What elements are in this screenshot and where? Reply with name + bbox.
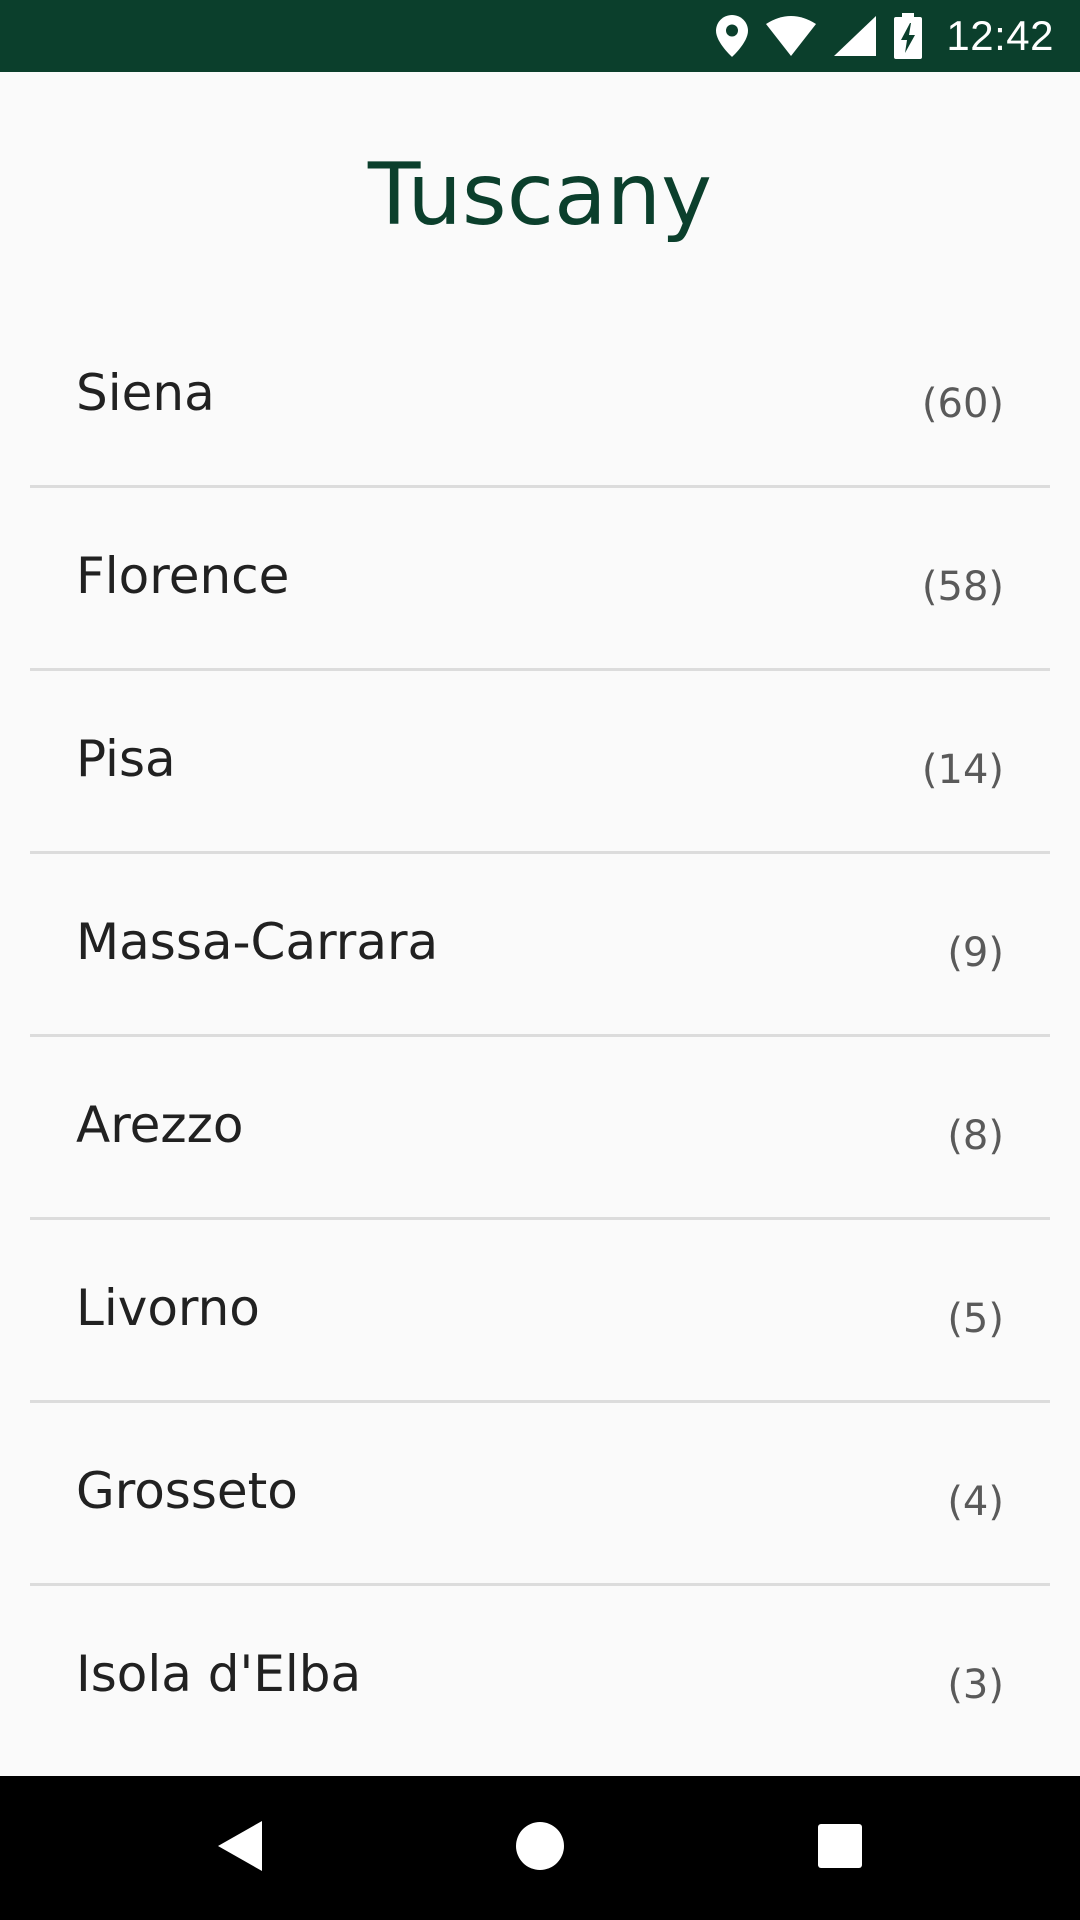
list-item[interactable]: Livorno (5) bbox=[30, 1220, 1050, 1403]
recents-icon bbox=[818, 1823, 862, 1873]
region-count: (8) bbox=[947, 1113, 1004, 1159]
region-name: Isola d'Elba bbox=[76, 1645, 362, 1703]
battery-charging-icon bbox=[894, 13, 923, 59]
status-bar: 12:42 bbox=[0, 0, 1080, 72]
list-item[interactable]: Siena (60) bbox=[30, 305, 1050, 488]
status-time: 12:42 bbox=[946, 12, 1054, 59]
back-icon bbox=[218, 1820, 262, 1876]
region-count: (60) bbox=[921, 381, 1004, 427]
list-item[interactable]: Massa-Carrara (9) bbox=[30, 854, 1050, 1037]
region-name: Siena bbox=[76, 364, 215, 422]
cell-signal-icon bbox=[834, 16, 877, 56]
list-item[interactable]: Arezzo (8) bbox=[30, 1037, 1050, 1220]
region-count: (58) bbox=[921, 564, 1004, 610]
region-count: (9) bbox=[947, 930, 1004, 976]
region-name: Grosseto bbox=[76, 1462, 298, 1520]
status-icons: 12:42 bbox=[716, 0, 1054, 72]
recents-button[interactable] bbox=[760, 1776, 920, 1920]
home-button[interactable] bbox=[460, 1776, 620, 1920]
location-pin-icon bbox=[716, 15, 749, 57]
wifi-icon bbox=[766, 16, 817, 56]
region-name: Livorno bbox=[76, 1279, 260, 1337]
region-name: Pisa bbox=[76, 730, 176, 788]
list-item[interactable]: Florence (58) bbox=[30, 488, 1050, 671]
region-count: (3) bbox=[947, 1662, 1004, 1708]
navigation-bar bbox=[0, 1776, 1080, 1920]
home-icon bbox=[516, 1821, 564, 1875]
region-count: (14) bbox=[921, 747, 1004, 793]
region-count: (5) bbox=[947, 1296, 1004, 1342]
page-title: Tuscany bbox=[367, 145, 713, 245]
region-name: Florence bbox=[76, 547, 290, 605]
region-count: (4) bbox=[947, 1479, 1004, 1525]
list-item[interactable]: Isola d'Elba (3) bbox=[30, 1586, 1050, 1769]
back-button[interactable] bbox=[160, 1776, 320, 1920]
region-name: Massa-Carrara bbox=[76, 913, 439, 971]
region-list: Siena (60) Florence (58) Pisa (14) Massa… bbox=[30, 305, 1050, 1769]
region-name: Arezzo bbox=[76, 1096, 244, 1154]
list-item[interactable]: Grosseto (4) bbox=[30, 1403, 1050, 1586]
list-item[interactable]: Pisa (14) bbox=[30, 671, 1050, 854]
